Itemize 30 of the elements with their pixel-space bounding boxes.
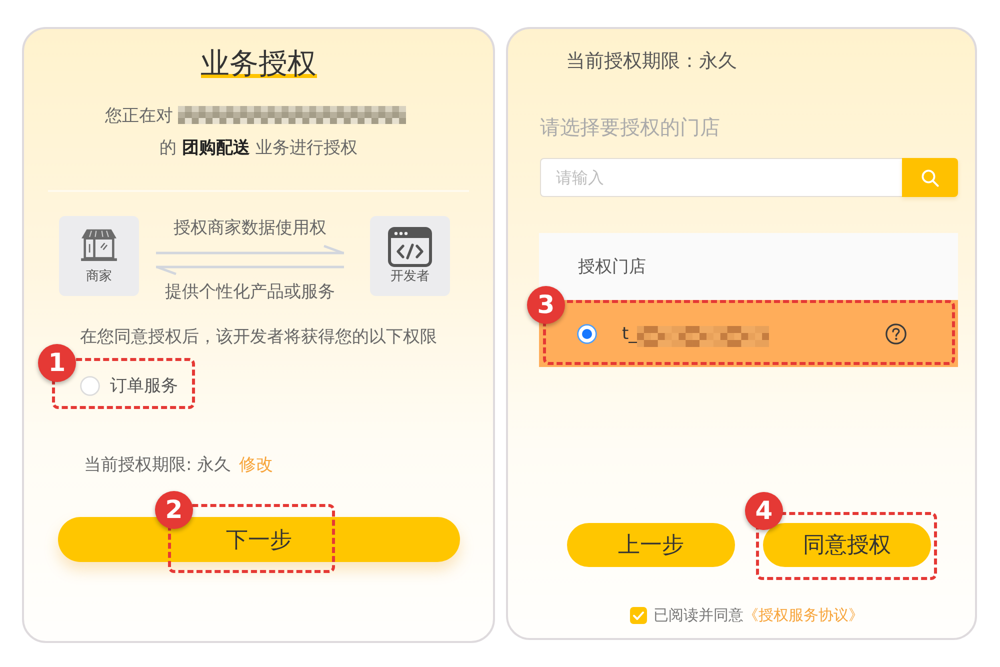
next-button[interactable]: 下一步: [58, 517, 460, 562]
search-icon: [921, 168, 939, 186]
step-marker: 1: [38, 344, 76, 382]
step-button[interactable]: 同意授权: [763, 523, 931, 567]
tile-label: 商家: [86, 269, 112, 285]
search-button[interactable]: [902, 158, 958, 197]
store-prompt: 请选择要授权的门店: [539, 114, 721, 141]
step-button[interactable]: 上一步: [567, 523, 735, 567]
intro-text: 的 团购配送 业务进行授权: [160, 136, 358, 158]
flow-label: 提供个性化产品或服务: [165, 281, 335, 304]
step-marker: 4: [745, 492, 783, 530]
step-marker: 3: [527, 286, 565, 324]
two-way-arrows-icon: [156, 244, 344, 276]
code-window-icon: [388, 227, 432, 267]
help-icon[interactable]: [885, 322, 907, 344]
permission-note: 在您同意授权后，该开发者将获得您的以下权限: [79, 326, 438, 349]
tile-label: 开发者: [390, 269, 430, 285]
intro-text: 您正在对: [105, 104, 173, 126]
column-header: 授权门店: [578, 256, 646, 278]
permission-label: 订单服务: [110, 375, 178, 398]
term-text: 当前授权期限: 永久: [84, 454, 232, 476]
flow-label: 授权商家数据使用权: [174, 217, 326, 240]
store-name: t_: [622, 324, 638, 344]
term-text: 当前授权期限：永久: [565, 49, 738, 74]
shop-icon: [80, 228, 118, 262]
agreement-text: 已阅读并同意: [654, 606, 744, 624]
search-field[interactable]: 请输入: [540, 158, 902, 197]
agreement-checkbox[interactable]: [630, 606, 646, 624]
step-marker: 2: [155, 491, 193, 529]
radio-button[interactable]: [577, 324, 597, 344]
